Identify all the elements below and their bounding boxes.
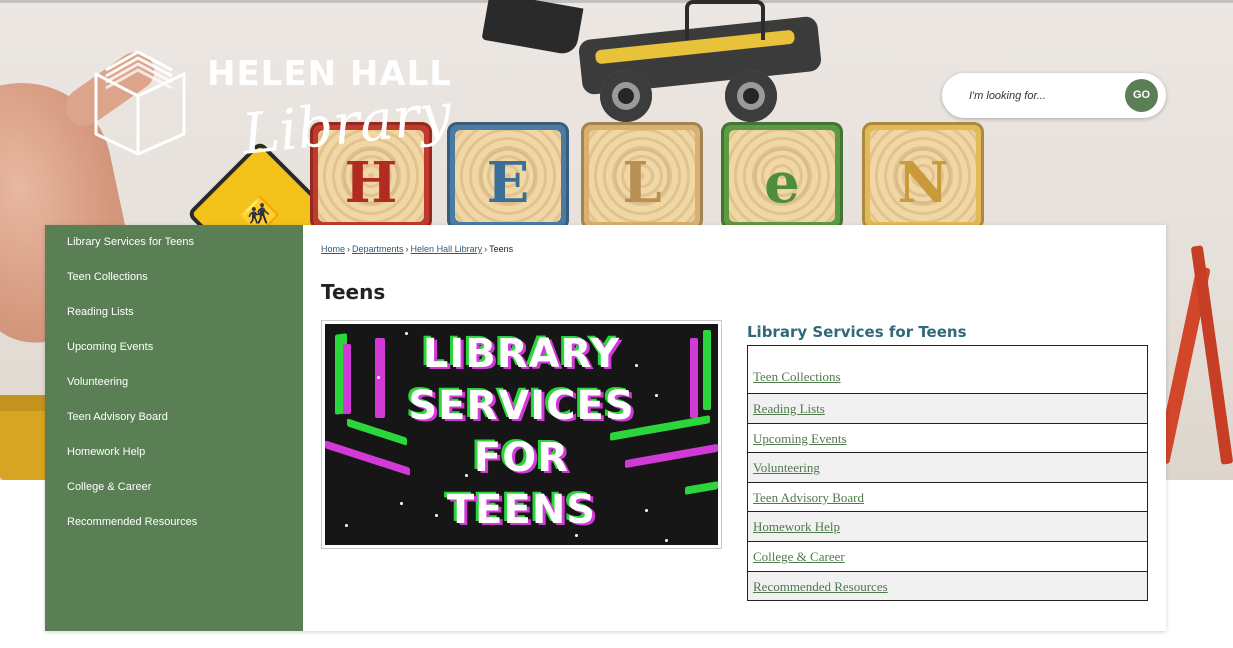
book-logo-icon bbox=[94, 50, 186, 156]
breadcrumb-home[interactable]: Home bbox=[321, 244, 345, 254]
sidebar-item-teen-collections[interactable]: Teen Collections bbox=[45, 268, 303, 303]
link-upcoming-events[interactable]: Upcoming Events bbox=[753, 431, 847, 446]
feature-word: LIBRARY bbox=[422, 331, 621, 377]
feature-image-art: LIBRARY SERVICES FOR TEENS bbox=[325, 324, 718, 545]
loader-wheel bbox=[725, 70, 777, 122]
sidebar-nav: Library Services for Teens Teen Collecti… bbox=[45, 225, 303, 631]
search-bar: GO bbox=[942, 73, 1166, 118]
link-homework-help[interactable]: Homework Help bbox=[753, 519, 840, 534]
sidebar-item-upcoming-events[interactable]: Upcoming Events bbox=[45, 338, 303, 373]
feature-image-text: LIBRARY SERVICES FOR TEENS bbox=[325, 328, 718, 536]
content-panel: Library Services for Teens Teen Collecti… bbox=[45, 225, 1166, 631]
sidebar-item-library-services[interactable]: Library Services for Teens bbox=[45, 233, 303, 268]
site-logo[interactable]: HELEN HALL Library bbox=[92, 44, 455, 174]
feature-word: TEENS bbox=[446, 487, 597, 533]
link-reading-lists[interactable]: Reading Lists bbox=[753, 401, 825, 416]
toy-loader bbox=[481, 0, 835, 122]
toy-excavator-right bbox=[1155, 245, 1233, 480]
breadcrumb-separator: › bbox=[405, 244, 409, 254]
breadcrumb-departments[interactable]: Departments bbox=[352, 244, 404, 254]
link-teen-collections[interactable]: Teen Collections bbox=[753, 369, 841, 384]
feature-word: SERVICES bbox=[408, 383, 635, 429]
services-list-item: Teen Advisory Board bbox=[748, 481, 1147, 512]
services-list-item: Teen Collections bbox=[748, 346, 1147, 393]
services-heading: Library Services for Teens bbox=[747, 323, 967, 341]
link-college-career[interactable]: College & Career bbox=[753, 549, 845, 564]
breadcrumb-current: Teens bbox=[489, 244, 514, 254]
logo-subtitle: Library bbox=[239, 81, 455, 168]
main-content: Home › Departments › Helen Hall Library › Teen… bbox=[303, 225, 1166, 631]
link-volunteering[interactable]: Volunteering bbox=[753, 460, 820, 475]
alphabet-block-e2: e bbox=[721, 122, 843, 230]
services-module: Library Services for Teens Teen Collecti… bbox=[747, 323, 1148, 602]
search-input[interactable] bbox=[956, 84, 1116, 108]
alphabet-block-e: E bbox=[447, 122, 569, 230]
services-list-item: Reading Lists bbox=[748, 393, 1147, 423]
excavator-arm-2 bbox=[1190, 245, 1233, 465]
feature-image: LIBRARY SERVICES FOR TEENS bbox=[321, 320, 722, 549]
sidebar-item-college-career[interactable]: College & Career bbox=[45, 478, 303, 513]
services-list-item: Upcoming Events bbox=[748, 422, 1147, 453]
link-teen-advisory-board[interactable]: Teen Advisory Board bbox=[753, 490, 864, 505]
services-list-item: College & Career bbox=[748, 540, 1147, 571]
block-letter: E bbox=[486, 150, 530, 216]
sidebar-item-reading-lists[interactable]: Reading Lists bbox=[45, 303, 303, 338]
services-list-item: Recommended Resources bbox=[748, 570, 1147, 601]
link-recommended-resources[interactable]: Recommended Resources bbox=[753, 579, 888, 594]
services-list: Teen Collections Reading Lists Upcoming … bbox=[747, 345, 1148, 602]
alphabet-block-n: N bbox=[862, 122, 984, 230]
breadcrumb-separator: › bbox=[347, 244, 351, 254]
loader-cab bbox=[685, 0, 765, 40]
block-letter: e bbox=[764, 150, 800, 216]
loader-bucket bbox=[481, 0, 584, 56]
block-letter: N bbox=[897, 150, 949, 216]
block-letter: L bbox=[622, 150, 662, 216]
loader-wheel bbox=[600, 70, 652, 122]
toy-truck-left-top bbox=[0, 395, 48, 411]
services-list-item: Volunteering bbox=[748, 452, 1147, 482]
search-go-button[interactable]: GO bbox=[1125, 79, 1158, 112]
breadcrumb: Home › Departments › Helen Hall Library › Teen… bbox=[321, 244, 513, 254]
alphabet-block-l: L bbox=[581, 122, 703, 230]
page-title: Teens bbox=[321, 280, 386, 304]
breadcrumb-library[interactable]: Helen Hall Library bbox=[411, 244, 483, 254]
sidebar-item-recommended-resources[interactable]: Recommended Resources bbox=[45, 513, 303, 548]
sidebar-item-volunteering[interactable]: Volunteering bbox=[45, 373, 303, 408]
services-list-item: Homework Help bbox=[748, 511, 1147, 541]
sidebar-item-homework-help[interactable]: Homework Help bbox=[45, 443, 303, 478]
feature-word: FOR bbox=[473, 435, 570, 481]
sidebar-item-teen-advisory-board[interactable]: Teen Advisory Board bbox=[45, 408, 303, 443]
star bbox=[665, 539, 668, 542]
